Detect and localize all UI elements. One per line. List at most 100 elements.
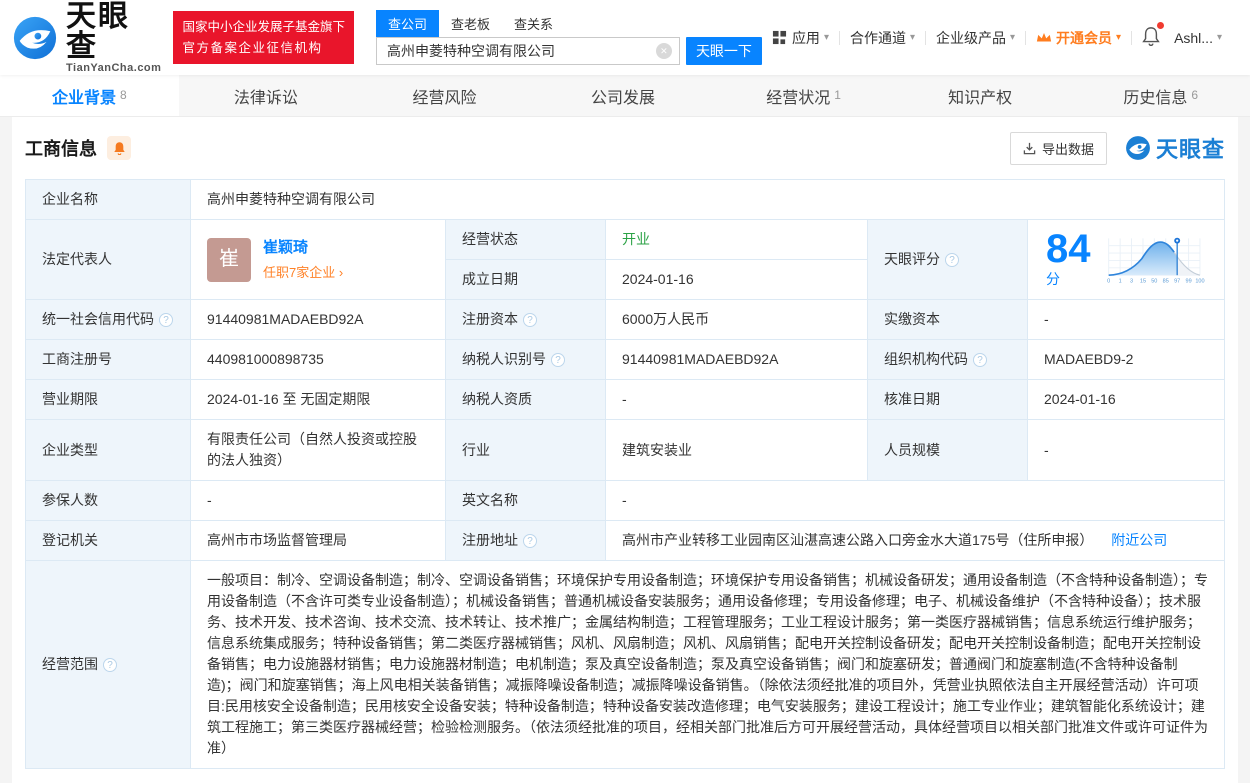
svg-text:3: 3	[1130, 278, 1133, 284]
caret-down-icon: ▾	[823, 32, 829, 43]
label-text: 经营范围	[42, 656, 98, 672]
export-data-button[interactable]: 导出数据	[1009, 131, 1107, 165]
score-label: 天眼评分	[884, 251, 940, 267]
search-tab-relation[interactable]: 查关系	[502, 10, 565, 37]
org-code-value: MADAEBD9-2	[1027, 339, 1225, 380]
label-text: 组织机构代码	[884, 351, 968, 367]
tab-intellectual-property[interactable]: 知识产权	[893, 75, 1072, 116]
clear-icon[interactable]: ✕	[655, 43, 672, 59]
search-tab-company[interactable]: 查公司	[375, 10, 439, 37]
help-icon[interactable]: ?	[523, 534, 537, 548]
section-toolbar: 工商信息 导出数据 天眼查	[25, 117, 1225, 179]
nav-vip-upgrade[interactable]: 开通会员 ▾	[1026, 28, 1131, 48]
top-nav: 应用 ▾ 合作通道 ▾ 企业级产品 ▾ 开通会员 ▾ Ashl... ▾	[762, 22, 1232, 49]
tab-history-info[interactable]: 历史信息 6	[1071, 75, 1250, 116]
tab-operating-status[interactable]: 经营状况 1	[714, 75, 893, 116]
table-row: 营业期限 2024-01-16 至 无固定期限 纳税人资质 - 核准日期 202…	[25, 379, 1225, 420]
table-row: 法定代表人 崔 崔颖琦 任职7家企业 › 经营状态 开业 天眼评分? 84分 0…	[25, 219, 1225, 300]
legal-rep-name-link[interactable]: 崔颖琦	[263, 237, 343, 258]
svg-text:100: 100	[1195, 278, 1204, 284]
table-row: 工商注册号 440981000898735 纳税人识别号? 91440981MA…	[25, 339, 1225, 380]
nearby-companies-link[interactable]: 附近公司	[1111, 532, 1167, 548]
tab-operating-risk[interactable]: 经营风险	[357, 75, 536, 116]
tab-count: 1	[834, 87, 841, 102]
search-input[interactable]	[375, 37, 680, 65]
approval-date-label: 核准日期	[867, 379, 1028, 420]
crown-icon	[1036, 33, 1052, 42]
label-text: 注册地址	[462, 532, 518, 548]
watermark-logo-icon	[1126, 136, 1150, 160]
help-icon[interactable]: ?	[973, 353, 987, 367]
nav-partner-channel[interactable]: 合作通道 ▾	[840, 28, 925, 48]
username-label: Ashl...	[1174, 29, 1213, 46]
nav-enterprise-label: 企业级产品	[936, 29, 1006, 46]
score-label-cell: 天眼评分?	[867, 219, 1028, 300]
tianyancha-logo-icon	[13, 16, 57, 59]
tab-label: 经营状况	[766, 89, 831, 107]
org-code-label: 组织机构代码?	[867, 339, 1028, 380]
monitor-alert-button[interactable]	[107, 136, 131, 160]
table-row: 参保人数 - 英文名称 -	[25, 480, 1225, 521]
legal-rep-label: 法定代表人	[25, 219, 191, 300]
help-icon[interactable]: ?	[523, 313, 537, 327]
taxpayer-qual-label: 纳税人资质	[445, 379, 606, 420]
nav-apps-label: 应用	[791, 29, 820, 46]
tab-label: 企业背景	[51, 89, 116, 107]
nav-partner-label: 合作通道	[849, 29, 906, 46]
score-curve-chart[interactable]: 0 1 3 15 50 85 97 99 100	[1105, 232, 1206, 288]
search-block: 查公司 查老板 查关系 ✕ 天眼一下	[375, 10, 762, 65]
credit-code-value: 91440981MADAEBD92A	[190, 299, 446, 340]
reg-capital-value: 6000万人民币	[605, 299, 868, 340]
nav-apps[interactable]: 应用 ▾	[762, 28, 839, 48]
user-menu[interactable]: Ashl... ▾	[1170, 30, 1232, 46]
table-row: 企业名称 高州申菱特种空调有限公司	[25, 179, 1225, 220]
tab-label: 法律诉讼	[233, 89, 298, 107]
founded-label: 成立日期	[445, 259, 606, 300]
nav-enterprise-products[interactable]: 企业级产品 ▾	[926, 28, 1025, 48]
tianyancha-logo[interactable]: 天眼查 TianYanCha.com	[12, 1, 162, 74]
help-icon[interactable]: ?	[159, 313, 173, 327]
authority-label: 登记机关	[25, 520, 191, 561]
tab-legal-litigation[interactable]: 法律诉讼	[179, 75, 358, 116]
gov-certification-badge: 国家中小企业发展子基金旗下 官方备案企业征信机构	[173, 10, 354, 65]
caret-down-icon: ▾	[1116, 32, 1122, 43]
company-name-value: 高州申菱特种空调有限公司	[190, 179, 1225, 220]
status-badge: 开业	[622, 231, 650, 247]
scope-label: 经营范围?	[25, 560, 191, 769]
taxpayer-id-value: 91440981MADAEBD92A	[605, 339, 868, 380]
tab-company-development[interactable]: 公司发展	[536, 75, 715, 116]
score-cell: 84分 0 1 3 15 50 85 97 99 100	[1027, 219, 1225, 300]
taxpayer-id-label: 纳税人识别号?	[445, 339, 606, 380]
brand-domain: TianYanCha.com	[66, 61, 162, 74]
tab-company-background[interactable]: 企业背景 8	[0, 75, 179, 116]
watermark-brand-name: 天眼查	[1155, 137, 1225, 162]
business-info-card: 工商信息 导出数据 天眼查 企业名称 高州申菱特种空调有限公司 法定代表人 崔 …	[12, 117, 1238, 783]
search-tab-boss[interactable]: 查老板	[439, 10, 502, 37]
score-unit: 分	[1046, 271, 1060, 287]
alert-bell-icon	[113, 142, 125, 155]
search-button[interactable]: 天眼一下	[685, 37, 762, 65]
founded-value: 2024-01-16	[605, 259, 868, 300]
staff-size-value: -	[1027, 419, 1225, 481]
caret-down-icon: ▾	[1010, 32, 1016, 43]
legal-rep-companies-link[interactable]: 任职7家企业 ›	[263, 262, 343, 283]
insured-value: -	[190, 480, 446, 521]
help-icon[interactable]: ?	[945, 253, 959, 267]
legal-rep-cell: 崔 崔颖琦 任职7家企业 ›	[190, 219, 446, 300]
address-label: 注册地址?	[445, 520, 606, 561]
authority-value: 高州市市场监督管理局	[190, 520, 446, 561]
avatar[interactable]: 崔	[207, 237, 251, 282]
term-label: 营业期限	[25, 379, 191, 420]
label-text: 统一社会信用代码	[42, 311, 154, 327]
label-text: 注册资本	[462, 311, 518, 327]
tab-label: 经营风险	[412, 89, 477, 107]
search-tabs: 查公司 查老板 查关系	[375, 10, 762, 37]
term-value: 2024-01-16 至 无固定期限	[190, 379, 446, 420]
export-label: 导出数据	[1041, 141, 1094, 157]
help-icon[interactable]: ?	[551, 353, 565, 367]
gov-badge-line1: 国家中小企业发展子基金旗下	[182, 19, 345, 34]
paid-capital-label: 实缴资本	[867, 299, 1028, 340]
address-cell: 高州市产业转移工业园南区汕湛高速公路入口旁金水大道175号（住所申报） 附近公司	[605, 520, 1225, 561]
notifications-button[interactable]	[1132, 22, 1170, 49]
help-icon[interactable]: ?	[103, 658, 117, 672]
